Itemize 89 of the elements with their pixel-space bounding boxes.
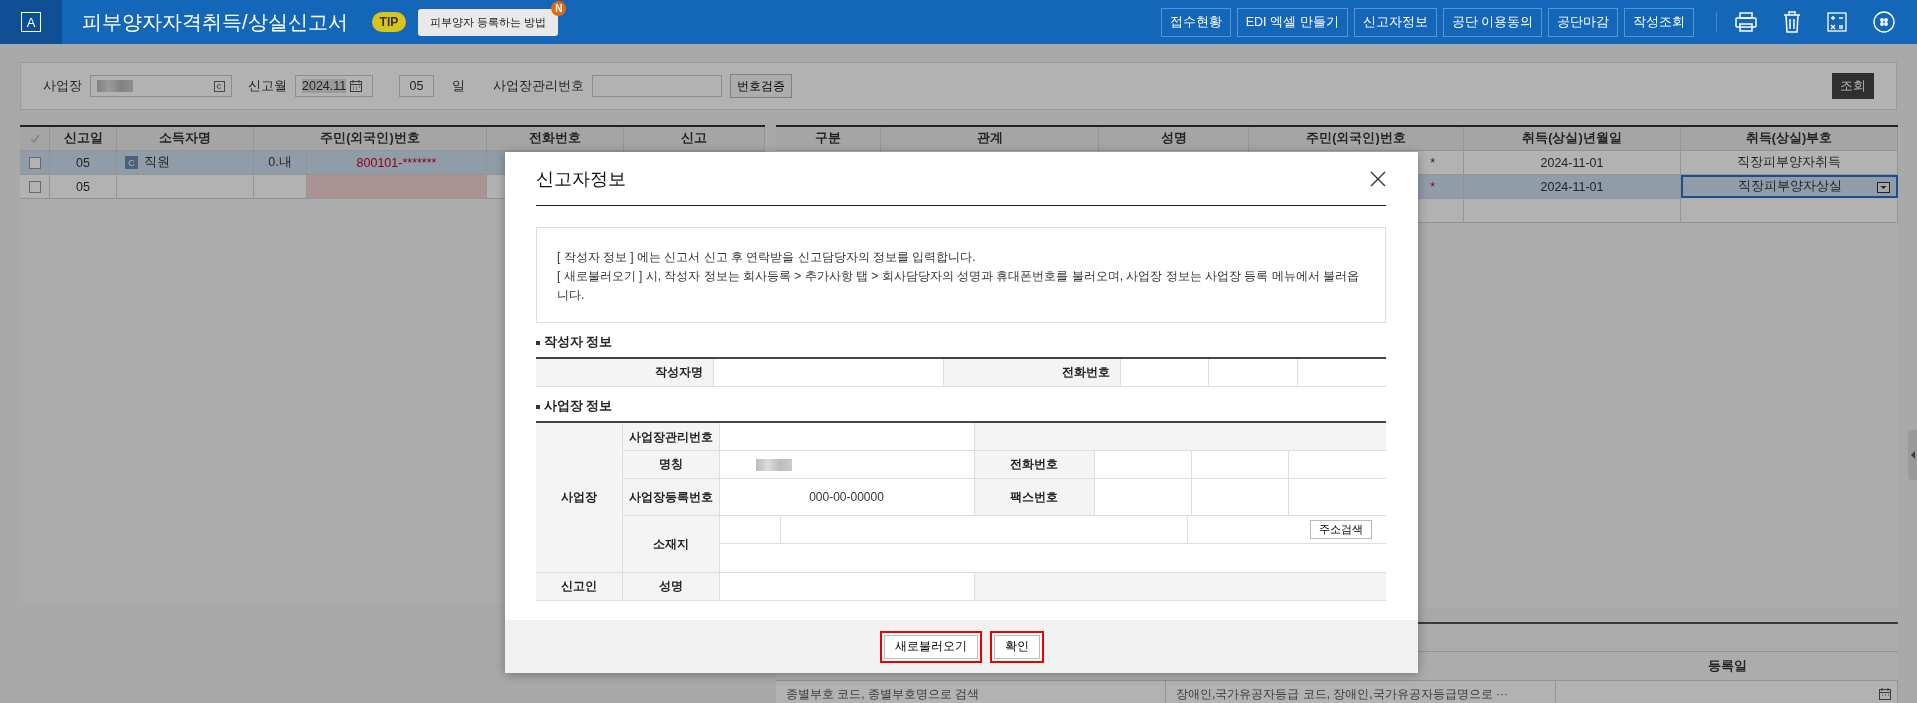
toolbar-button[interactable]: EDI 엑셀 만들기: [1236, 7, 1348, 37]
calendar-icon[interactable]: [350, 80, 363, 92]
table-cell: 000-00-00000: [719, 478, 974, 516]
bullet-icon: [536, 404, 540, 409]
field-label: 사업장: [536, 422, 622, 573]
field-label: 신고인: [536, 572, 622, 601]
field-label: 작성자명: [536, 358, 713, 387]
tip-badge[interactable]: TIP: [371, 12, 407, 32]
column-header: 주민(외국인)번호: [254, 127, 487, 151]
management-number-field[interactable]: [592, 75, 722, 97]
input-field[interactable]: [1094, 478, 1192, 516]
input-field[interactable]: [1208, 358, 1298, 387]
input-field[interactable]: [1191, 478, 1289, 516]
table-cell: 800101-*******: [307, 151, 487, 175]
field-label: 성명: [622, 572, 719, 601]
input-field[interactable]: [719, 422, 974, 451]
column-header: 관계: [881, 127, 1099, 151]
field-label: 신고월: [248, 77, 287, 95]
field-label: 명칭: [622, 450, 719, 479]
dropdown-icon[interactable]: [1877, 182, 1890, 193]
input-field[interactable]: [713, 358, 943, 387]
redacted-block: [755, 458, 792, 471]
section-title: 작성자 정보: [544, 335, 613, 349]
table-cell: 0.내: [254, 151, 307, 175]
dialog-button[interactable]: 새로불러오기: [879, 630, 982, 663]
redacted-block: [97, 80, 133, 92]
table-cell: 05: [50, 151, 117, 175]
input-field[interactable]: [1191, 450, 1289, 479]
section-title: 사업장 정보: [544, 399, 613, 413]
column-header: 구분: [776, 127, 881, 151]
check-icon[interactable]: [29, 134, 40, 143]
input-field[interactable]: [1094, 450, 1192, 479]
notice-text: [ 작성자 정보 ] 에는 신고서 신고 후 연락받을 신고담당자의 정보를 입력합니다.: [557, 249, 977, 266]
table-cell: 05: [50, 175, 117, 199]
app-logo[interactable]: A: [0, 0, 62, 44]
search-hint-cell[interactable]: 장애인,국가유공자등급 코드, 장애인,국가유공자등급명으로 ···: [1166, 681, 1556, 703]
table-cell: 2024-11-01: [1464, 151, 1681, 175]
more-icon[interactable]: [1873, 11, 1895, 33]
column-header: 성명: [1099, 127, 1249, 151]
dialog-title: 신고자정보: [536, 167, 626, 191]
code-lookup-icon[interactable]: [214, 80, 225, 92]
day-field[interactable]: 05: [399, 75, 434, 97]
address-search-button[interactable]: 주소검색: [1310, 520, 1372, 539]
toolbar-button[interactable]: 작성조회: [1624, 7, 1694, 37]
input-field[interactable]: [719, 572, 974, 601]
verify-button[interactable]: 번호검증: [730, 74, 792, 98]
new-badge: N: [551, 0, 567, 16]
toolbar-button[interactable]: 공단 이용동의: [1442, 7, 1542, 37]
employee-name: 직원: [144, 154, 170, 171]
calculator-icon[interactable]: [1827, 12, 1847, 32]
code-dropdown[interactable]: 직장피부양자상실: [1681, 175, 1898, 198]
column-header: 신고일: [50, 127, 117, 151]
page-title: 피부양자자격취득/상실신고서: [82, 9, 348, 35]
row-checkbox[interactable]: [28, 156, 41, 169]
column-header: 신고: [624, 127, 765, 151]
column-header: 주민(외국인)번호: [1249, 127, 1464, 151]
collapse-handle[interactable]: [1908, 430, 1917, 480]
trash-icon[interactable]: [1783, 11, 1801, 33]
calendar-icon[interactable]: [1879, 688, 1891, 700]
print-icon[interactable]: [1735, 12, 1757, 32]
toolbar-button[interactable]: 신고자정보: [1353, 7, 1437, 37]
column-header: 취득(상실)부호: [1681, 127, 1898, 151]
notice-text: [ 새로불러오기 ] 시, 작성자 정보는 회사등록 > 추가사항 탭 > 회사담당자의 성명과 휴대폰번호를 불러오며, 사업장 정보는 사업장 등록 메뉴에서 불러옵니다.: [557, 268, 1361, 304]
table-cell: 직장피부양자취득: [1681, 151, 1898, 175]
field-label: 전화번호: [974, 450, 1094, 479]
month-field[interactable]: 2024.11: [295, 75, 373, 97]
dialog-button[interactable]: 확인: [989, 630, 1044, 663]
close-icon[interactable]: [1370, 170, 1386, 187]
toolbar-button[interactable]: 접수현황: [1160, 7, 1231, 37]
field-label: 사업장등록번호: [622, 478, 719, 516]
table-cell: 2024-11-01: [1464, 175, 1681, 199]
field-label: 사업장관리번호: [493, 77, 584, 95]
field-label: 사업장관리번호: [622, 422, 719, 451]
column-header: 전화번호: [487, 127, 624, 151]
search-hint-cell[interactable]: 종별부호 코드, 종별부호명으로 검색: [776, 681, 1166, 703]
type-badge: C: [125, 156, 138, 169]
bullet-icon: [536, 340, 540, 345]
column-header: 소득자명: [117, 127, 254, 151]
field-label: 일: [452, 77, 465, 95]
column-header: 취득(상실)년월일: [1464, 127, 1681, 151]
workplace-field[interactable]: [90, 75, 232, 97]
field-label: 팩스번호: [974, 478, 1094, 516]
input-field[interactable]: [1120, 358, 1209, 387]
row-checkbox[interactable]: [28, 180, 41, 193]
search-button[interactable]: 조회: [1832, 73, 1874, 99]
toolbar-button[interactable]: 공단마감: [1548, 7, 1618, 37]
field-label: 소재지: [622, 515, 719, 573]
field-label: 전화번호: [943, 358, 1120, 387]
field-label: 사업장: [43, 77, 82, 95]
